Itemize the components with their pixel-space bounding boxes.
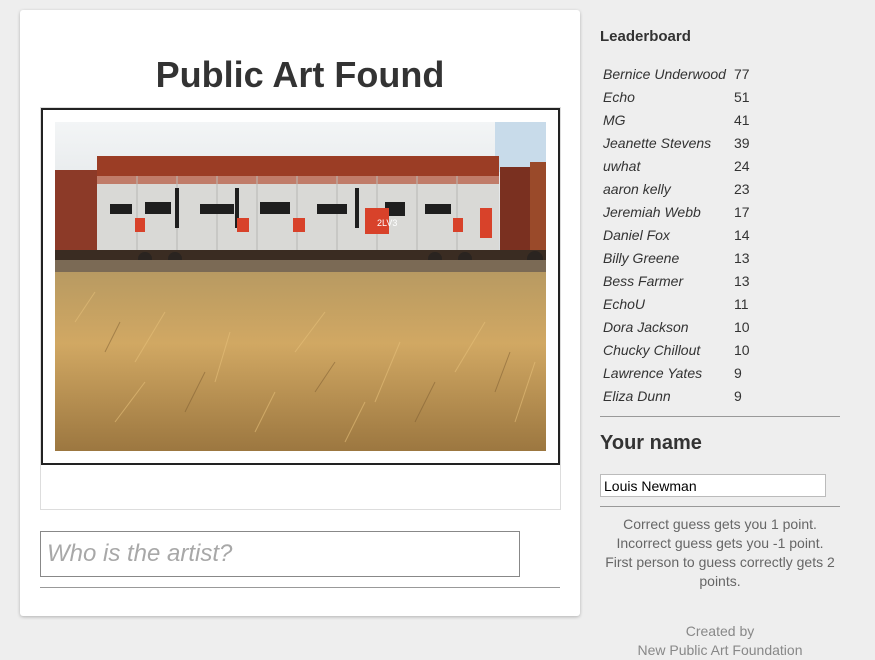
player-score: 23 [734, 181, 750, 197]
divider [600, 506, 840, 507]
divider [40, 587, 560, 588]
photo-area: 2LV3 [40, 107, 561, 510]
rule-line: Correct guess gets you 1 point. [623, 516, 817, 532]
player-name: Dora Jackson [603, 319, 689, 335]
player-name: Billy Greene [603, 250, 680, 266]
leaderboard-row: Daniel Fox 14 [603, 226, 840, 249]
player-score: 17 [734, 204, 750, 220]
org-link[interactable]: New Public Art Foundation [590, 641, 850, 660]
leaderboard-row: Echo 51 [603, 88, 840, 111]
leaderboard-row: MG 41 [603, 111, 840, 134]
main-card: Public Art Found 2LV3 Who is the artist? [20, 10, 580, 616]
player-name: Bernice Underwood [603, 66, 726, 82]
player-name: uwhat [603, 158, 641, 174]
leaderboard-row: Eliza Dunn 9 [603, 387, 840, 410]
leaderboard-row: Lawrence Yates 9 [603, 364, 840, 387]
player-score: 9 [734, 365, 742, 381]
player-name: Jeremiah Webb [603, 204, 701, 220]
player-score: 41 [734, 112, 750, 128]
player-score: 24 [734, 158, 750, 174]
divider [600, 416, 840, 417]
leaderboard-row: EchoU 11 [603, 295, 840, 318]
player-score: 39 [734, 135, 750, 151]
photo-frame: 2LV3 [41, 108, 560, 465]
leaderboard-row: uwhat 24 [603, 157, 840, 180]
leaderboard-row: Bernice Underwood 77 [603, 65, 840, 88]
player-score: 13 [734, 273, 750, 289]
leaderboard-row: Jeanette Stevens 39 [603, 134, 840, 157]
leaderboard-row: Billy Greene 13 [603, 249, 840, 272]
player-name: MG [603, 112, 626, 128]
player-score: 11 [734, 296, 749, 312]
player-name: Jeanette Stevens [603, 135, 712, 151]
player-name: Eliza Dunn [603, 388, 671, 404]
player-score: 9 [734, 388, 742, 404]
player-name: EchoU [603, 296, 646, 312]
player-name: aaron kelly [603, 181, 671, 197]
leaderboard-row: aaron kelly 23 [603, 180, 840, 203]
rule-line: First person to guess correctly gets 2 p… [605, 554, 835, 589]
leaderboard-row: Bess Farmer 13 [603, 272, 840, 295]
player-score: 13 [734, 250, 750, 266]
rules-text: Correct guess gets you 1 point. Incorrec… [590, 515, 850, 591]
your-name-heading: Your name [600, 432, 702, 454]
player-name: Chucky Chillout [603, 342, 701, 358]
player-score: 10 [734, 342, 750, 358]
player-score: 14 [734, 227, 750, 243]
player-score: 10 [734, 319, 750, 335]
leaderboard-list: Bernice Underwood 77 Echo 51 MG 41 Jeanette St… [603, 65, 840, 410]
artist-guess-input[interactable] [40, 531, 520, 577]
leaderboard-title: Leaderboard [600, 28, 691, 45]
leaderboard-row: Dora Jackson 10 [603, 318, 840, 341]
player-name: Echo [603, 89, 635, 105]
svg-text:2LV3: 2LV3 [377, 218, 397, 228]
credit: Created by New Public Art Foundation [590, 622, 850, 660]
player-name: Bess Farmer [603, 273, 684, 289]
leaderboard-row: Chucky Chillout 10 [603, 341, 840, 364]
artwork-photo: 2LV3 [55, 122, 546, 451]
name-input[interactable] [600, 474, 826, 497]
player-score: 77 [734, 66, 750, 82]
rule-line: Incorrect guess gets you -1 point. [616, 535, 824, 551]
page-title: Public Art Found [155, 54, 445, 95]
player-name: Daniel Fox [603, 227, 670, 243]
leaderboard-row: Jeremiah Webb 17 [603, 203, 840, 226]
player-score: 51 [734, 89, 750, 105]
created-by-label: Created by [685, 623, 755, 639]
player-name: Lawrence Yates [603, 365, 703, 381]
